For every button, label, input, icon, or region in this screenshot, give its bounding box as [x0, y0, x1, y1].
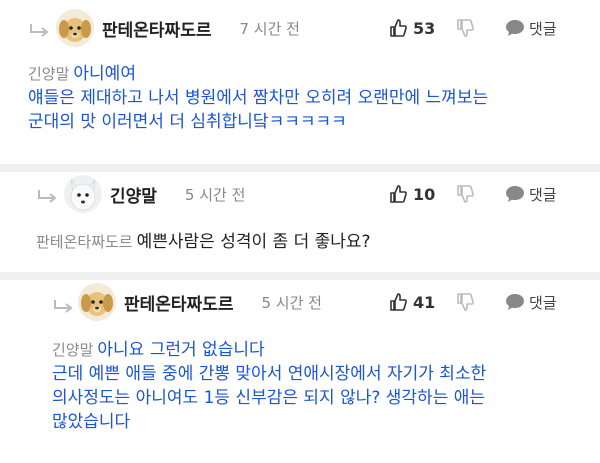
speech-bubble-icon: [506, 186, 524, 202]
comment-text-line: 얘들은 제대하고 나서 병원에서 짬차만 오히려 오랜만에 느껴보는: [28, 88, 489, 108]
mention[interactable]: 긴양말: [52, 341, 93, 359]
mention[interactable]: 긴양말: [28, 65, 69, 83]
reply-label: 댓글: [529, 19, 557, 38]
comment-2: 긴양말 5 시간 전 10 댓글 판테온타짜도르 예쁜사람은 성격이 좀 더 좋나…: [0, 172, 600, 272]
comment-body: 판테온타짜도르 예쁜사람은 성격이 좀 더 좋나요?: [36, 230, 586, 254]
reply-arrow-icon: [54, 300, 73, 313]
comment-text-line: 군대의 맛 이러면서 더 심취합니닼ㅋㅋㅋㅋㅋ: [28, 112, 347, 132]
reply-label: 댓글: [529, 293, 557, 312]
comment-author[interactable]: 긴양말: [110, 182, 157, 207]
comment-time: 7 시간 전: [239, 19, 300, 38]
speech-bubble-icon: [506, 294, 524, 310]
puppy-icon[interactable]: [56, 9, 94, 47]
comment-text-line: 예쁜사람은 성격이 좀 더 좋나요?: [136, 232, 371, 252]
comment-3: 판테온타짜도르 5 시간 전 41 댓글 긴양말 아니요 그런거 없습니다 근데 …: [0, 280, 600, 463]
comment-text-line: 아니예여: [73, 64, 136, 84]
comment-body: 긴양말 아니요 그런거 없습니다 근데 예쁜 애들 중에 간뽕 맞아서 연애시장에…: [52, 338, 592, 434]
thumbs-up-icon[interactable]: [388, 184, 408, 204]
thumbs-down-icon[interactable]: [455, 18, 475, 38]
white-dog-icon[interactable]: [64, 175, 102, 213]
reply-arrow-icon: [30, 24, 49, 37]
thumbs-down-icon[interactable]: [455, 184, 475, 204]
comment-text-line: 많았습니다: [52, 412, 131, 432]
comment-time: 5 시간 전: [184, 185, 246, 204]
like-count: 10: [413, 184, 436, 204]
thumbs-up-icon[interactable]: [388, 18, 408, 38]
comment-text-line: 아니요 그런거 없습니다: [97, 340, 265, 360]
separator: [0, 164, 600, 172]
mention[interactable]: 판테온타짜도르: [36, 233, 133, 251]
comment-time: 5 시간 전: [261, 293, 322, 312]
thumbs-up-icon[interactable]: [388, 292, 408, 312]
reply-arrow-icon: [38, 190, 57, 203]
reply-label: 댓글: [529, 185, 557, 204]
comment-text-line: 근데 예쁜 애들 중에 간뽕 맞아서 연애시장에서 자기가 최소한: [52, 364, 487, 384]
separator: [0, 272, 600, 280]
comment-text-line: 의사정도는 아니여도 1등 신부감은 되지 않나? 생각하는 애는: [52, 388, 486, 408]
reply-button[interactable]: 댓글: [505, 18, 557, 39]
comment-1: 판테온타짜도르 7 시간 전 53 댓글 긴양말 아니예여 얘들은 제대하고 나서…: [0, 0, 600, 164]
reply-button[interactable]: 댓글: [505, 184, 557, 205]
comment-author[interactable]: 판테온타짜도르: [102, 16, 211, 41]
thumbs-down-icon[interactable]: [455, 292, 475, 312]
puppy-icon[interactable]: [78, 283, 116, 321]
speech-bubble-icon: [506, 20, 524, 36]
comment-body: 긴양말 아니예여 얘들은 제대하고 나서 병원에서 짬차만 오히려 오랜만에 느껴…: [28, 62, 588, 134]
like-count: 53: [413, 18, 436, 38]
like-count: 41: [413, 292, 436, 312]
reply-button[interactable]: 댓글: [505, 292, 557, 313]
comment-author[interactable]: 판테온타짜도르: [124, 290, 233, 315]
